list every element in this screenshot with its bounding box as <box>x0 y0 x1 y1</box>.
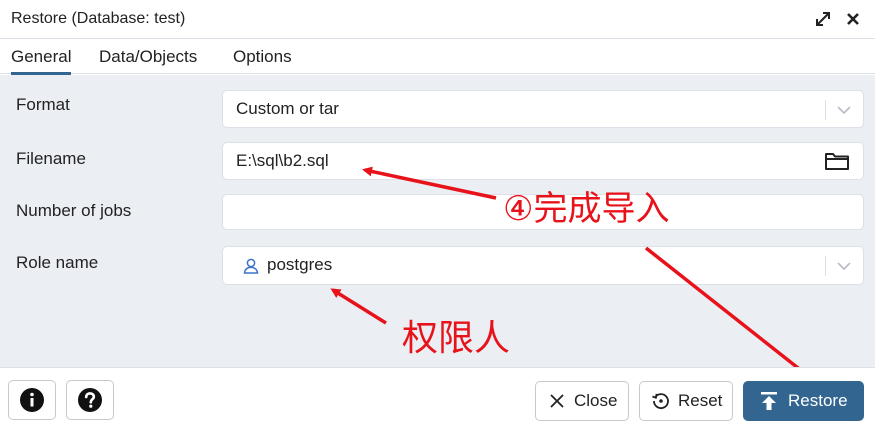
reset-button[interactable]: Reset <box>639 381 733 421</box>
restore-button[interactable]: Restore <box>743 381 864 421</box>
close-button-label: Close <box>574 391 618 410</box>
help-button[interactable] <box>66 380 114 420</box>
expand-arrows-icon[interactable] <box>812 8 834 30</box>
restore-dialog: Restore (Database: test) General Data/Ob… <box>0 0 875 431</box>
jobs-label: Number of jobs <box>16 201 132 220</box>
tab-data-objects[interactable]: Data/Objects <box>99 47 197 67</box>
annotation-permission-user: 权限人 <box>402 318 511 359</box>
annotation-complete-import: ④完成导入 <box>503 189 670 229</box>
help-icon <box>78 388 102 412</box>
filename-label: Filename <box>16 149 86 168</box>
select-divider <box>825 100 826 120</box>
close-x-icon <box>546 390 568 412</box>
role-select[interactable]: postgres <box>222 246 864 285</box>
dialog-title: Restore (Database: test) <box>11 10 186 27</box>
chevron-down-icon[interactable] <box>835 257 853 275</box>
format-label: Format <box>16 95 70 114</box>
restore-button-label: Restore <box>788 391 848 410</box>
info-icon <box>20 388 44 412</box>
chevron-down-icon[interactable] <box>835 101 853 119</box>
tab-bar: General Data/Objects Options <box>0 39 875 75</box>
filename-input[interactable]: E:\sql\b2.sql <box>222 142 864 180</box>
format-value: Custom or tar <box>236 99 339 118</box>
close-icon[interactable] <box>842 8 864 30</box>
info-button[interactable] <box>8 380 56 420</box>
upload-icon <box>758 390 780 412</box>
dialog-footer: Close Reset Restore <box>0 367 875 431</box>
role-value: postgres <box>267 255 333 274</box>
select-divider <box>825 256 826 276</box>
dialog-titlebar: Restore (Database: test) <box>0 0 875 39</box>
tab-general[interactable]: General <box>11 47 72 75</box>
folder-icon[interactable] <box>824 151 850 171</box>
reset-icon <box>650 390 672 412</box>
user-icon <box>242 257 260 275</box>
tab-options[interactable]: Options <box>233 47 292 67</box>
role-label: Role name <box>16 253 99 272</box>
filename-value: E:\sql\b2.sql <box>236 151 329 170</box>
close-button[interactable]: Close <box>535 381 629 421</box>
format-select[interactable]: Custom or tar <box>222 90 864 128</box>
reset-button-label: Reset <box>678 391 723 410</box>
